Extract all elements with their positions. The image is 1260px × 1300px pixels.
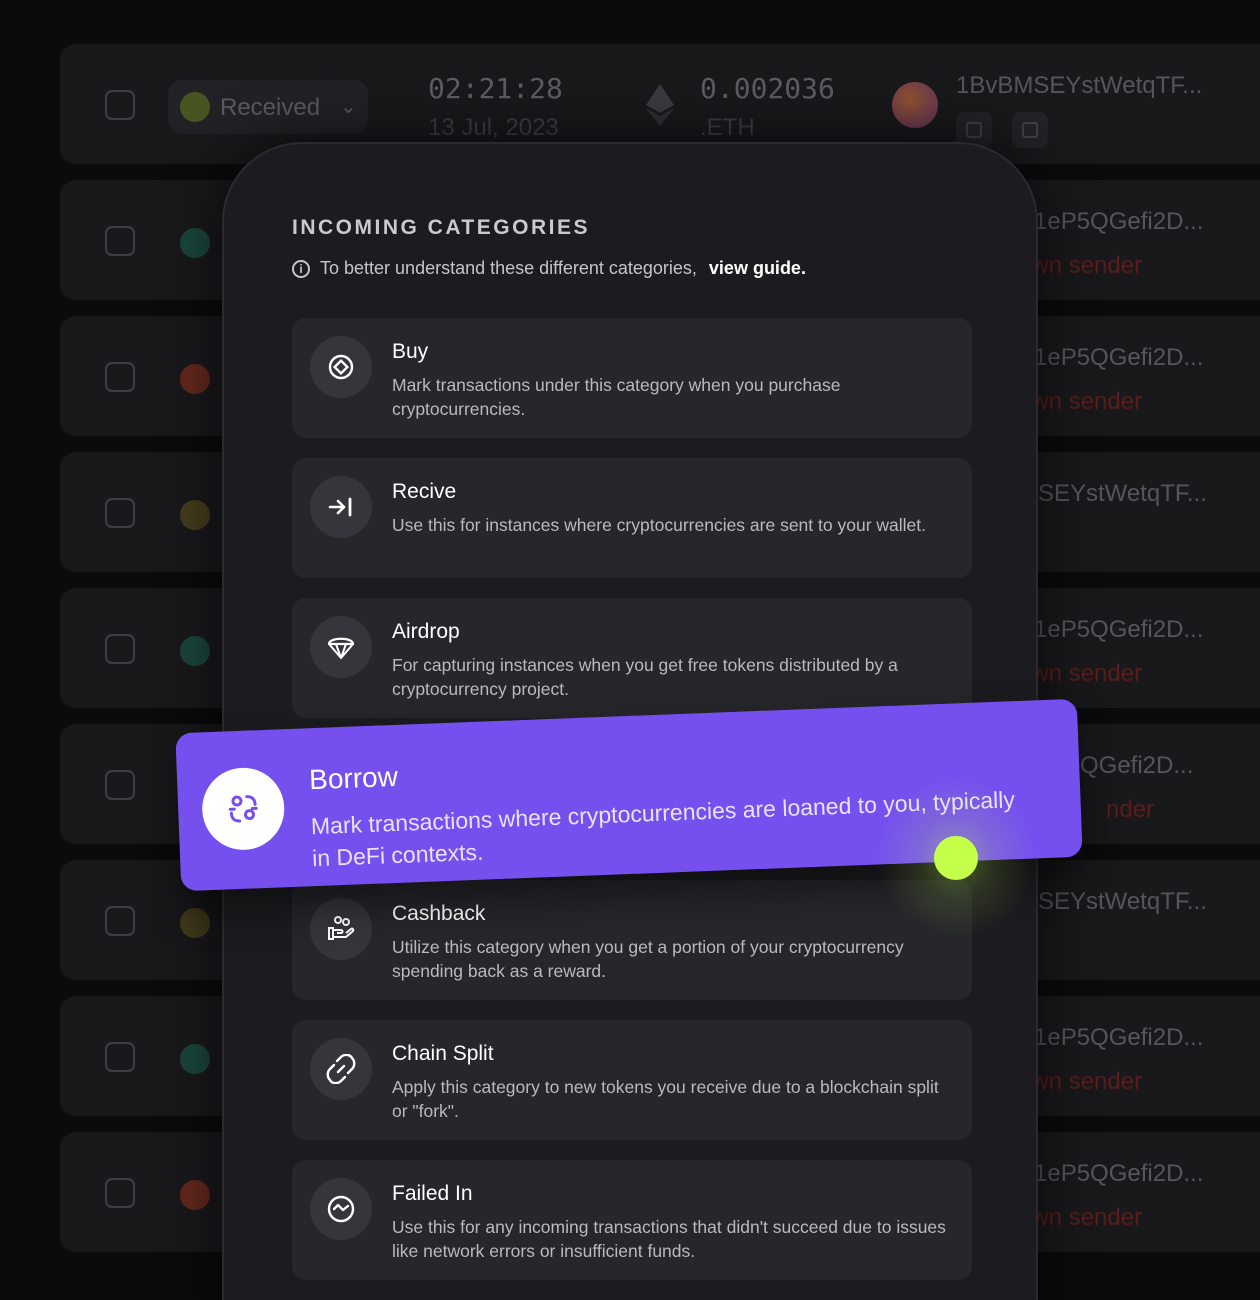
view-guide-link[interactable]: view guide. bbox=[709, 258, 806, 279]
tx-address: 1BvBMSEYstWetqTF... bbox=[956, 72, 1203, 99]
tx-address: P1eP5QGefi2D... bbox=[1018, 1160, 1204, 1187]
row-checkbox[interactable] bbox=[105, 90, 135, 120]
row-checkbox[interactable] bbox=[105, 906, 135, 936]
category-description: Use this for any incoming transactions t… bbox=[392, 1217, 946, 1261]
tx-address: MSEYstWetqTF... bbox=[1018, 480, 1207, 507]
category-description: Mark transactions under this category wh… bbox=[392, 375, 841, 419]
tx-date: 13 Jul, 2023 bbox=[428, 114, 559, 141]
status-label: Received bbox=[220, 94, 321, 121]
tx-address: P1eP5QGefi2D... bbox=[1018, 616, 1204, 643]
category-description: Apply this category to new tokens you re… bbox=[392, 1077, 939, 1121]
row-checkbox[interactable] bbox=[105, 1042, 135, 1072]
status-icon bbox=[180, 1044, 210, 1074]
category-airdrop[interactable]: Airdrop For capturing instances when you… bbox=[292, 598, 972, 718]
cashback-icon bbox=[310, 898, 372, 960]
tx-sender-label: nder bbox=[1106, 796, 1155, 823]
chevron-down-icon: ⌄ bbox=[340, 96, 357, 118]
panel-subtitle: i To better understand these different c… bbox=[292, 258, 806, 279]
row-checkbox[interactable] bbox=[105, 362, 135, 392]
category-name: Chain Split bbox=[392, 1042, 494, 1065]
category-receive[interactable]: Recive Use this for instances where cryp… bbox=[292, 458, 972, 578]
status-icon bbox=[180, 500, 210, 530]
tx-address: P1eP5QGefi2D... bbox=[1018, 208, 1204, 235]
row-checkbox[interactable] bbox=[105, 1178, 135, 1208]
cursor-icon bbox=[934, 836, 978, 880]
status-icon bbox=[180, 228, 210, 258]
category-name: Recive bbox=[392, 480, 457, 503]
row-checkbox[interactable] bbox=[105, 498, 135, 528]
buy-icon bbox=[310, 336, 372, 398]
category-name: Airdrop bbox=[392, 620, 460, 643]
info-icon: i bbox=[292, 259, 310, 278]
category-buy[interactable]: Buy Mark transactions under this categor… bbox=[292, 318, 972, 438]
received-icon bbox=[180, 92, 210, 122]
receive-icon bbox=[310, 476, 372, 538]
category-description: For capturing instances when you get fre… bbox=[392, 655, 898, 699]
tx-address: P1eP5QGefi2D... bbox=[1018, 344, 1204, 371]
category-chain-split[interactable]: Chain Split Apply this category to new t… bbox=[292, 1020, 972, 1140]
row-checkbox[interactable] bbox=[105, 770, 135, 800]
tx-amount: 0.002036 bbox=[700, 72, 835, 105]
subtitle-text: To better understand these different cat… bbox=[320, 258, 697, 278]
category-name: Buy bbox=[392, 340, 429, 363]
tx-time: 02:21:28 bbox=[428, 72, 563, 105]
category-failed-in[interactable]: Failed In Use this for any incoming tran… bbox=[292, 1160, 972, 1280]
status-icon bbox=[180, 636, 210, 666]
failed-in-icon bbox=[310, 1178, 372, 1240]
avatar bbox=[892, 82, 938, 128]
panel-title: INCOMING CATEGORIES bbox=[292, 216, 590, 239]
row-checkbox[interactable] bbox=[105, 634, 135, 664]
tx-unit: .ETH bbox=[700, 114, 755, 141]
category-name: Cashback bbox=[392, 902, 486, 925]
status-icon bbox=[180, 364, 210, 394]
category-name: Failed In bbox=[392, 1182, 473, 1205]
external-link-icon[interactable] bbox=[1012, 112, 1048, 148]
row-checkbox[interactable] bbox=[105, 226, 135, 256]
status-icon bbox=[180, 1180, 210, 1210]
borrow-title: Borrow bbox=[308, 760, 399, 796]
category-cashback[interactable]: Cashback Utilize this category when you … bbox=[292, 880, 972, 1000]
status-icon bbox=[180, 908, 210, 938]
airdrop-icon bbox=[310, 616, 372, 678]
category-description: Utilize this category when you get a por… bbox=[392, 937, 904, 981]
tx-address: P1eP5QGefi2D... bbox=[1018, 1024, 1204, 1051]
tx-address: QGefi2D... bbox=[1080, 752, 1194, 779]
tx-address: MSEYstWetqTF... bbox=[1018, 888, 1207, 915]
category-description: Use this for instances where cryptocurre… bbox=[392, 515, 926, 535]
ethereum-icon bbox=[646, 84, 674, 131]
chain-split-icon bbox=[310, 1038, 372, 1100]
borrow-icon bbox=[200, 766, 286, 852]
